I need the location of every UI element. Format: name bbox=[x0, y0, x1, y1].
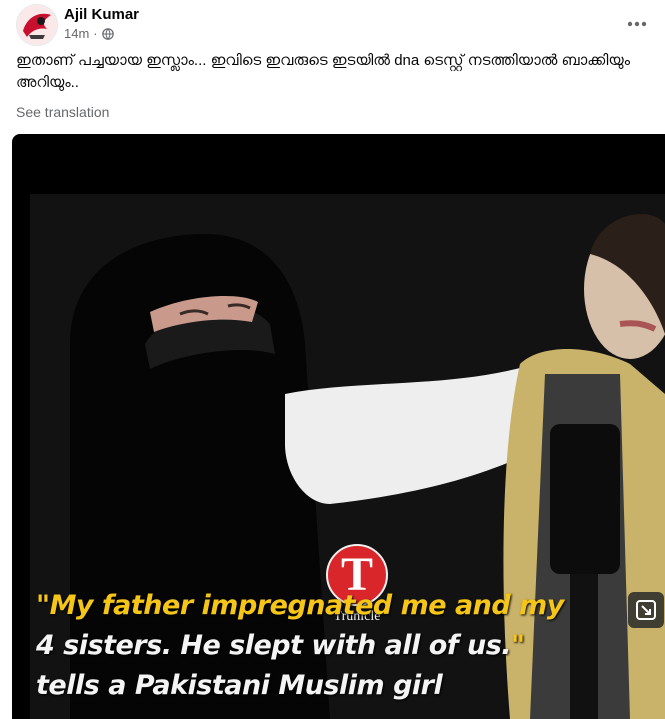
video-player[interactable]: T Trunicle "My father impregnated me and… bbox=[12, 134, 665, 719]
video-caption: "My father impregnated me and my 4 siste… bbox=[36, 586, 656, 706]
caption-line-2-quote: " bbox=[511, 630, 525, 661]
caption-line-2-text: 4 sisters. He slept with all of us. bbox=[36, 630, 512, 661]
avatar-image bbox=[17, 5, 57, 45]
post-time[interactable]: 14m bbox=[64, 26, 89, 41]
caption-line-1: "My father impregnated me and my bbox=[36, 590, 564, 621]
avatar[interactable] bbox=[16, 4, 58, 46]
caption-line-2: 4 sisters. He slept with all of us." bbox=[36, 626, 656, 666]
globe-icon bbox=[101, 27, 114, 40]
see-translation-link[interactable]: See translation bbox=[16, 104, 109, 120]
caption-line-3: tells a Pakistani Muslim girl bbox=[36, 670, 443, 701]
post-text: ഇതാണ് പച്ചയായ ഇസ്ലാം... ഇവിടെ ഇവരുടെ ഇടയ… bbox=[16, 52, 630, 91]
more-horizontal-icon bbox=[627, 21, 647, 27]
post-header: Ajil Kumar 14m · bbox=[16, 4, 665, 46]
post-meta: 14m · bbox=[64, 26, 114, 41]
author-name[interactable]: Ajil Kumar bbox=[64, 6, 139, 23]
more-options-button[interactable] bbox=[625, 12, 649, 36]
